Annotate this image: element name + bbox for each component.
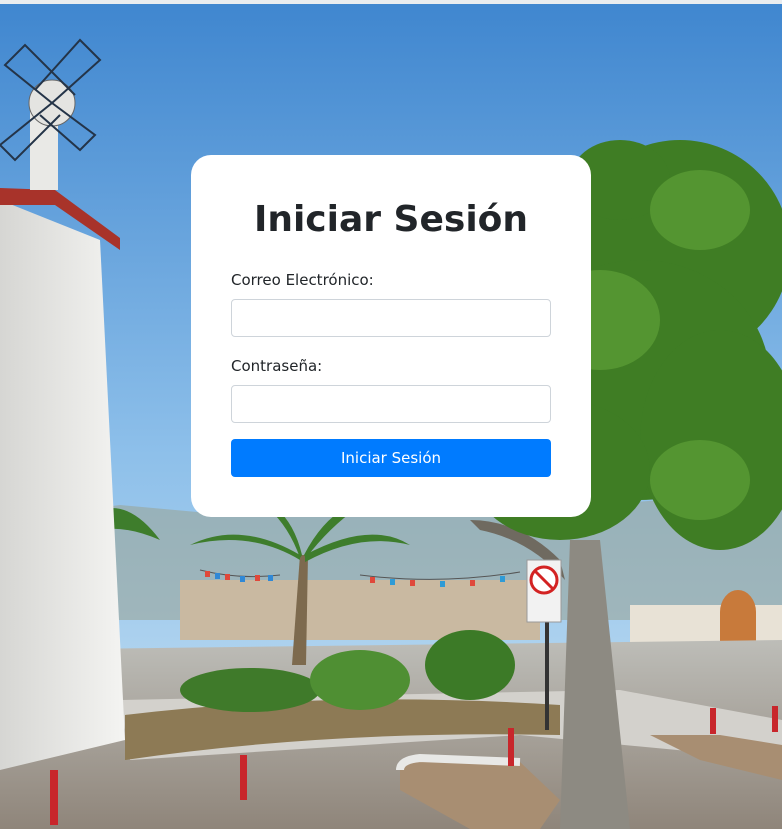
- top-border: [0, 0, 782, 4]
- page-title: Iniciar Sesión: [253, 199, 529, 240]
- login-button[interactable]: Iniciar Sesión: [231, 439, 551, 477]
- password-label: Contraseña:: [231, 357, 323, 375]
- email-label: Correo Electrónico:: [231, 271, 374, 289]
- email-field[interactable]: [231, 299, 551, 337]
- password-field[interactable]: [231, 385, 551, 423]
- login-card: Iniciar Sesión Correo Electrónico: Contr…: [191, 155, 591, 517]
